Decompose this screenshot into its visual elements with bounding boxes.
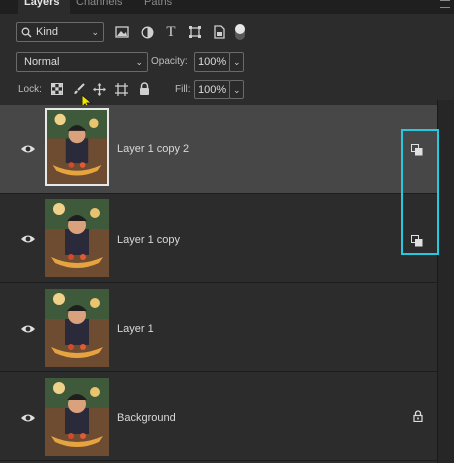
- layer-thumbnail: [45, 199, 109, 277]
- visibility-eye-icon[interactable]: [20, 143, 36, 155]
- layer-row[interactable]: Layer 1 copy 2: [0, 105, 437, 194]
- smart-object-badges-highlight: [401, 129, 439, 255]
- opacity-value: 100%: [198, 56, 227, 68]
- layer-row[interactable]: Layer 1: [0, 283, 437, 372]
- layer-thumbnail: [45, 378, 109, 456]
- opacity-label: Opacity:: [151, 56, 188, 67]
- blend-row: Normal ⌄ Opacity: 100% ⌄: [0, 52, 454, 74]
- fill-dropdown-button[interactable]: ⌄: [229, 80, 244, 99]
- lock-icon[interactable]: [413, 410, 423, 422]
- visibility-eye-icon[interactable]: [20, 233, 36, 245]
- lock-artboard-icon[interactable]: [114, 82, 128, 96]
- panel-menu-icon[interactable]: [440, 0, 450, 8]
- layers-list: Layer 1 copy 2 Layer 1 copy Layer 1 Back…: [0, 105, 437, 463]
- fill-label: Fill:: [175, 84, 191, 95]
- chevron-down-icon: ⌄: [91, 27, 99, 37]
- panel-tab-bar: Layers Channels Paths: [0, 0, 454, 14]
- smart-object-filter-icon[interactable]: [211, 24, 227, 40]
- chevron-down-icon: ⌄: [233, 85, 241, 95]
- visibility-eye-icon[interactable]: [20, 323, 36, 335]
- layer-name: Background: [117, 412, 176, 424]
- chevron-down-icon: ⌄: [233, 57, 241, 67]
- chevron-down-icon: ⌄: [135, 57, 143, 67]
- opacity-dropdown-button[interactable]: ⌄: [229, 52, 244, 72]
- visibility-eye-icon[interactable]: [20, 412, 36, 424]
- layer-row[interactable]: Layer 1 copy: [0, 194, 437, 283]
- tab-paths[interactable]: Paths: [140, 0, 184, 14]
- opacity-field[interactable]: 100%: [194, 52, 230, 72]
- layer-name: Layer 1 copy: [117, 234, 180, 246]
- image-filter-icon[interactable]: [114, 24, 130, 40]
- filter-toggle-icon[interactable]: [235, 24, 245, 40]
- lock-label: Lock:: [18, 84, 42, 95]
- lock-transparent-pixels-icon[interactable]: [50, 82, 64, 96]
- type-filter-icon[interactable]: T: [163, 23, 179, 41]
- tab-layers[interactable]: Layers: [18, 0, 70, 14]
- layer-name: Layer 1 copy 2: [117, 143, 190, 155]
- filter-kind-label: Kind: [36, 26, 59, 38]
- adjustment-filter-icon[interactable]: [139, 24, 155, 40]
- blend-mode-value: Normal: [24, 56, 60, 68]
- layer-thumbnail: [45, 108, 109, 186]
- layer-thumbnail: [45, 289, 109, 367]
- fill-value: 100%: [198, 84, 227, 96]
- lock-row: Lock: Fill: 100% ⌄: [0, 80, 454, 110]
- layer-row[interactable]: Background: [0, 372, 437, 461]
- layer-name: Layer 1: [117, 323, 154, 335]
- lock-position-icon[interactable]: [92, 82, 106, 96]
- lock-all-icon[interactable]: [137, 81, 151, 96]
- filter-kind-select[interactable]: Kind ⌄: [16, 22, 104, 42]
- blend-mode-select[interactable]: Normal ⌄: [16, 52, 148, 72]
- layers-scrollbar[interactable]: [437, 100, 454, 463]
- search-icon: [21, 27, 32, 38]
- fill-field[interactable]: 100%: [194, 80, 230, 99]
- tab-channels[interactable]: Channels: [72, 0, 134, 14]
- shape-filter-icon[interactable]: [187, 24, 203, 40]
- filter-row: Kind ⌄ T: [0, 22, 454, 44]
